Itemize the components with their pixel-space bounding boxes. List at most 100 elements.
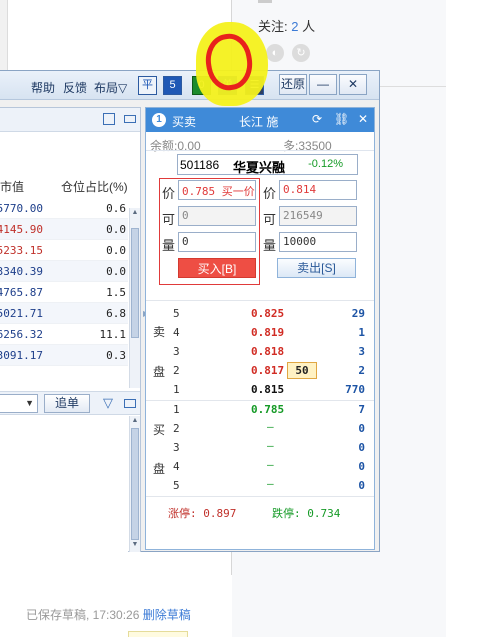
- sell-price-input[interactable]: 0.814: [279, 180, 357, 200]
- positions-table-header: 市值 仓位占比(%): [0, 174, 128, 196]
- market-value-cell: 4765.87: [0, 286, 43, 299]
- scroll-up-icon[interactable]: ▲: [131, 208, 139, 218]
- ask-volume: 770: [345, 383, 365, 396]
- ask-price[interactable]: 0.815: [251, 383, 284, 396]
- link-icon[interactable]: ⛓: [334, 112, 349, 126]
- close-button[interactable]: ✕: [339, 74, 367, 95]
- limit-down-value[interactable]: 0.734: [307, 507, 340, 520]
- delete-draft-link[interactable]: 删除草稿: [143, 608, 191, 622]
- buy-button[interactable]: 买入[B]: [178, 258, 256, 278]
- market-value-cell: 24145.90: [0, 223, 43, 236]
- ask-level-row[interactable]: 5 0.825 29: [146, 305, 374, 323]
- table-row[interactable]: 24145.90 0.0: [0, 219, 128, 240]
- table-row[interactable]: 4765.87 1.5: [0, 282, 128, 303]
- chase-order-button[interactable]: 追单: [44, 394, 90, 413]
- ask-level-row[interactable]: 4 0.819 1: [146, 324, 374, 342]
- table-row[interactable]: 35021.71 6.8: [0, 303, 128, 324]
- position-ratio-cell: 0.0: [106, 244, 126, 257]
- broker-account[interactable]: 长江 施: [239, 113, 278, 130]
- bid-level-row[interactable]: 4 – 0: [146, 458, 374, 476]
- bid-price[interactable]: –: [267, 477, 274, 490]
- order-filter-select[interactable]: ▼: [0, 394, 38, 413]
- ask-price[interactable]: 0.825: [251, 307, 284, 320]
- sell-quantity-input[interactable]: 10000: [279, 232, 357, 252]
- refresh-icon[interactable]: ↻: [292, 44, 310, 62]
- ask-price[interactable]: 0.817: [251, 364, 284, 377]
- follow-count: 关注: 2 人: [258, 16, 315, 35]
- buy-price-input[interactable]: 0.785 买一价: [178, 180, 256, 200]
- scrollbar-thumb[interactable]: [131, 428, 139, 540]
- table-row[interactable]: 25233.15 0.0: [0, 240, 128, 261]
- trade-tab[interactable]: 买卖: [172, 113, 196, 130]
- bid-price[interactable]: 0.785: [251, 403, 284, 416]
- positions-panel-header: [0, 108, 140, 132]
- position-ratio-cell: 1.5: [106, 286, 126, 299]
- bid-price[interactable]: –: [267, 420, 274, 433]
- buy-available-field: 0: [178, 206, 256, 226]
- background-divider: [258, 0, 272, 3]
- position-ratio-cell: 11.1: [99, 328, 127, 341]
- minimize-panel-icon-2[interactable]: [124, 399, 136, 408]
- table-row[interactable]: 06256.32 11.1: [0, 324, 128, 345]
- orders-list: [0, 416, 128, 552]
- ask-level-number: 5: [173, 307, 180, 320]
- sell-price-label: 价: [263, 186, 277, 201]
- market-value-cell: 5770.00: [0, 202, 43, 215]
- buy-quantity-input[interactable]: 0: [178, 232, 256, 252]
- ask-volume: 3: [358, 345, 365, 358]
- bid-level-row[interactable]: 3 – 0: [146, 439, 374, 457]
- bid-price[interactable]: –: [267, 439, 274, 452]
- buy-available-label: 可: [162, 212, 176, 227]
- level5-button[interactable]: 5: [163, 76, 182, 95]
- restore-button[interactable]: 还原: [279, 74, 307, 95]
- chevron-down-icon: ▼: [25, 398, 34, 408]
- positions-scrollbar[interactable]: ▲: [129, 208, 140, 388]
- layout-menu[interactable]: 布局▽: [94, 79, 127, 96]
- save-status-text: 已保存草稿, 17:30:26: [26, 608, 140, 622]
- limit-down: 跌停: 0.734: [272, 505, 340, 521]
- ask-price[interactable]: 0.819: [251, 326, 284, 339]
- scroll-up-icon[interactable]: ▲: [131, 416, 139, 426]
- grid-layout-icon[interactable]: [103, 113, 115, 125]
- scrollbar-thumb[interactable]: [131, 228, 139, 338]
- background-bottom-button[interactable]: [128, 631, 188, 637]
- table-row[interactable]: 5770.00 0.6: [0, 198, 128, 219]
- orders-scrollbar[interactable]: ▲ ▼: [129, 416, 140, 552]
- ask-level-row[interactable]: 2 0.817 2 50: [146, 362, 374, 380]
- pin-button[interactable]: 平: [138, 76, 157, 95]
- table-row[interactable]: 73340.39 0.0: [0, 261, 128, 282]
- stock-code-input[interactable]: 501186 华夏兴融 -0.12%: [177, 154, 358, 175]
- sell-button[interactable]: 卖出[S]: [277, 258, 356, 278]
- scroll-down-icon[interactable]: ▼: [131, 540, 139, 550]
- feedback-menu[interactable]: 反馈: [63, 79, 87, 96]
- minimize-panel-icon[interactable]: [124, 115, 136, 123]
- limit-up-label: 涨停:: [168, 507, 197, 520]
- info-separator: [146, 150, 374, 151]
- col-position-ratio[interactable]: 仓位占比(%): [61, 178, 128, 195]
- close-icon[interactable]: ✕: [358, 112, 368, 126]
- refresh-icon[interactable]: ⟳: [312, 112, 322, 126]
- more-info: 多:33500: [283, 137, 332, 154]
- bid-level-number: 5: [173, 479, 180, 492]
- bid-level-row[interactable]: 2 – 0: [146, 420, 374, 438]
- limit-up-value[interactable]: 0.897: [203, 507, 236, 520]
- minimize-button[interactable]: —: [309, 74, 337, 95]
- ask-level-number: 1: [173, 383, 180, 396]
- table-row[interactable]: 3091.17 0.3: [0, 345, 128, 366]
- filter-icon[interactable]: ▽: [103, 395, 113, 411]
- ask-price[interactable]: 0.818: [251, 345, 284, 358]
- share-icon[interactable]: ◐: [266, 44, 284, 62]
- bid-volume: 7: [358, 403, 365, 416]
- limit-up: 涨停: 0.897: [168, 505, 236, 521]
- help-menu[interactable]: 帮助: [31, 79, 55, 96]
- balance-info: 余额:0.00: [150, 137, 201, 154]
- bid-level-row[interactable]: 1 0.785 7: [146, 401, 374, 419]
- ask-level-row[interactable]: 1 0.815 770: [146, 381, 374, 399]
- sell-available-label: 可: [263, 212, 277, 227]
- follow-number[interactable]: 2: [291, 19, 298, 34]
- bid-price[interactable]: –: [267, 458, 274, 471]
- col-market-value[interactable]: 市值: [0, 178, 24, 195]
- ask-level-row[interactable]: 3 0.818 3: [146, 343, 374, 361]
- bid-level-row[interactable]: 5 – 0: [146, 477, 374, 495]
- trading-window: 帮助 反馈 布局▽ 平 5 0 单 ☰ 还原 — ✕ 市值 仓位占比(%) 57…: [0, 70, 380, 552]
